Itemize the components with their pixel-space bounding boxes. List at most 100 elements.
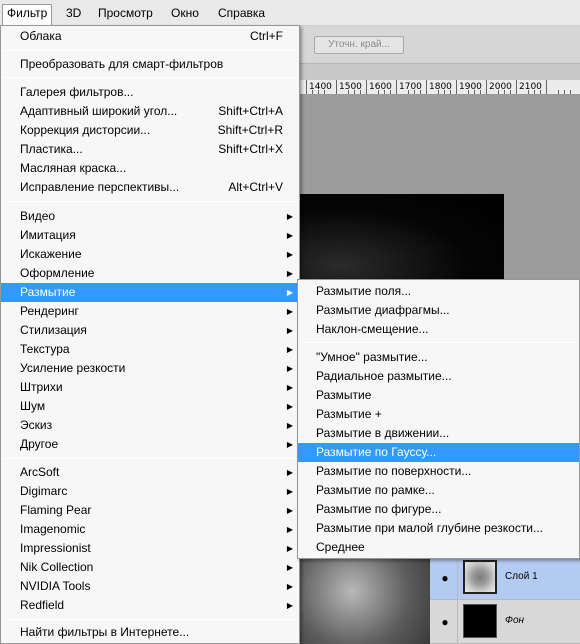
menu-item-brush-strokes[interactable]: Штрихи ▶ <box>1 378 299 397</box>
menu-item-texture[interactable]: Текстура ▶ <box>1 340 299 359</box>
eye-icon[interactable]: ● <box>438 615 452 629</box>
layers-panel: ● Слой 1 ● Фон <box>430 556 580 644</box>
submenu-arrow-icon: ▶ <box>286 563 293 572</box>
menu-filter[interactable]: Фильтр <box>2 4 53 26</box>
menu-item-video[interactable]: Видео ▶ <box>1 207 299 226</box>
menu-item-distort[interactable]: Искажение ▶ <box>1 245 299 264</box>
submenu-item-lens-blur[interactable]: Размытие при малой глубине резкости... <box>298 519 579 538</box>
submenu-item-shape-blur[interactable]: Размытие по фигуре... <box>298 500 579 519</box>
menu-item-smart-filters[interactable]: Преобразовать для смарт-фильтров <box>1 55 299 74</box>
menu-bar: Фильтр 3D Просмотр Окно Справка <box>0 0 580 26</box>
submenu-arrow-icon: ▶ <box>286 440 293 449</box>
submenu-arrow-icon: ▶ <box>286 212 293 221</box>
options-bar: Уточн. край... <box>300 26 580 64</box>
menu-item-filter-gallery[interactable]: Галерея фильтров... <box>1 83 299 102</box>
submenu-arrow-icon: ▶ <box>286 487 293 496</box>
submenu-arrow-icon: ▶ <box>286 383 293 392</box>
layer-name: Фон <box>505 615 525 626</box>
menu-item-arcsoft[interactable]: ArcSoft ▶ <box>1 463 299 482</box>
menu-separator <box>300 342 577 343</box>
menu-item-artistic[interactable]: Имитация ▶ <box>1 226 299 245</box>
menu-item-blur[interactable]: Размытие ▶ <box>1 283 299 302</box>
submenu-arrow-icon: ▶ <box>286 364 293 373</box>
menu-item-flaming-pear[interactable]: Flaming Pear ▶ <box>1 501 299 520</box>
submenu-item-average[interactable]: Среднее <box>298 538 579 557</box>
menu-item-digimarc[interactable]: Digimarc ▶ <box>1 482 299 501</box>
clouds-image <box>300 556 430 644</box>
ruler-label: 1500 <box>339 82 362 92</box>
menu-separator <box>4 77 296 78</box>
submenu-arrow-icon: ▶ <box>286 326 293 335</box>
menu-view[interactable]: Просмотр <box>94 5 157 22</box>
submenu-item-radial-blur[interactable]: Радиальное размытие... <box>298 367 579 386</box>
submenu-arrow-icon: ▶ <box>286 345 293 354</box>
submenu-arrow-icon: ▶ <box>286 231 293 240</box>
submenu-item-iris-blur[interactable]: Размытие диафрагмы... <box>298 301 579 320</box>
submenu-arrow-icon: ▶ <box>286 307 293 316</box>
menu-3d[interactable]: 3D <box>62 5 85 22</box>
layer-row-background[interactable]: ● Фон <box>430 600 580 644</box>
submenu-item-tilt-shift[interactable]: Наклон-смещение... <box>298 320 579 339</box>
submenu-arrow-icon: ▶ <box>286 525 293 534</box>
submenu-item-box-blur[interactable]: Размытие по рамке... <box>298 481 579 500</box>
filter-menu: Облака Ctrl+F Преобразовать для смарт-фил… <box>0 25 300 644</box>
horizontal-ruler: 1400 1500 1600 1700 1800 1900 2000 2100 <box>300 80 580 95</box>
layer-thumbnail <box>463 560 497 594</box>
submenu-arrow-icon: ▶ <box>286 402 293 411</box>
menu-separator <box>4 201 296 202</box>
menu-item-pixelate[interactable]: Оформление ▶ <box>1 264 299 283</box>
menu-item-redfield[interactable]: Redfield ▶ <box>1 596 299 615</box>
submenu-item-motion-blur[interactable]: Размытие в движении... <box>298 424 579 443</box>
menu-item-adaptive-wide-angle[interactable]: Адаптивный широкий угол... Shift+Ctrl+A <box>1 102 299 121</box>
menu-item-lens-correction[interactable]: Коррекция дисторсии... Shift+Ctrl+R <box>1 121 299 140</box>
submenu-item-blur-more[interactable]: Размытие + <box>298 405 579 424</box>
refine-edge-button[interactable]: Уточн. край... <box>314 36 404 54</box>
menu-item-stylize[interactable]: Стилизация ▶ <box>1 321 299 340</box>
menu-item-clouds[interactable]: Облака Ctrl+F <box>1 27 299 46</box>
eye-icon[interactable]: ● <box>438 571 452 585</box>
ruler-label: 1900 <box>459 82 482 92</box>
menu-item-other[interactable]: Другое ▶ <box>1 435 299 454</box>
menu-item-vanishing-point[interactable]: Исправление перспективы... Alt+Ctrl+V <box>1 178 299 197</box>
submenu-arrow-icon: ▶ <box>286 544 293 553</box>
submenu-arrow-icon: ▶ <box>286 288 293 297</box>
menu-item-sketch[interactable]: Эскиз ▶ <box>1 416 299 435</box>
blur-submenu: Размытие поля... Размытие диафрагмы... Н… <box>297 279 580 559</box>
menu-item-nik-collection[interactable]: Nik Collection ▶ <box>1 558 299 577</box>
menu-window[interactable]: Окно <box>167 5 203 22</box>
menu-item-sharpen[interactable]: Усиление резкости ▶ <box>1 359 299 378</box>
layer-row-1[interactable]: ● Слой 1 <box>430 556 580 600</box>
menu-separator <box>4 458 296 459</box>
menu-item-browse-filters-online[interactable]: Найти фильтры в Интернете... <box>1 623 299 642</box>
menu-separator <box>4 619 296 620</box>
menu-item-render[interactable]: Рендеринг ▶ <box>1 302 299 321</box>
ruler-label: 1800 <box>429 82 452 92</box>
ruler-label: 1600 <box>369 82 392 92</box>
submenu-arrow-icon: ▶ <box>286 421 293 430</box>
submenu-item-smart-blur[interactable]: "Умное" размытие... <box>298 348 579 367</box>
ruler-label: 1700 <box>399 82 422 92</box>
submenu-arrow-icon: ▶ <box>286 468 293 477</box>
menu-item-impressionist[interactable]: Impressionist ▶ <box>1 539 299 558</box>
submenu-arrow-icon: ▶ <box>286 269 293 278</box>
menu-item-nvidia-tools[interactable]: NVIDIA Tools ▶ <box>1 577 299 596</box>
ruler-label: 2100 <box>519 82 542 92</box>
submenu-arrow-icon: ▶ <box>286 506 293 515</box>
layer-thumbnail <box>463 604 497 638</box>
menu-help[interactable]: Справка <box>214 5 269 22</box>
menu-item-imagenomic[interactable]: Imagenomic ▶ <box>1 520 299 539</box>
menu-separator <box>4 50 296 51</box>
submenu-item-blur[interactable]: Размытие <box>298 386 579 405</box>
submenu-arrow-icon: ▶ <box>286 582 293 591</box>
ruler-label: 2000 <box>489 82 512 92</box>
submenu-arrow-icon: ▶ <box>286 601 293 610</box>
panel-strip <box>300 64 580 80</box>
layer-name: Слой 1 <box>505 571 538 582</box>
submenu-item-gaussian-blur[interactable]: Размытие по Гауссу... <box>298 443 579 462</box>
submenu-item-surface-blur[interactable]: Размытие по поверхности... <box>298 462 579 481</box>
menu-item-liquify[interactable]: Пластика... Shift+Ctrl+X <box>1 140 299 159</box>
document-image[interactable] <box>300 194 504 284</box>
menu-item-noise[interactable]: Шум ▶ <box>1 397 299 416</box>
submenu-item-field-blur[interactable]: Размытие поля... <box>298 282 579 301</box>
menu-item-oil-paint[interactable]: Масляная краска... <box>1 159 299 178</box>
